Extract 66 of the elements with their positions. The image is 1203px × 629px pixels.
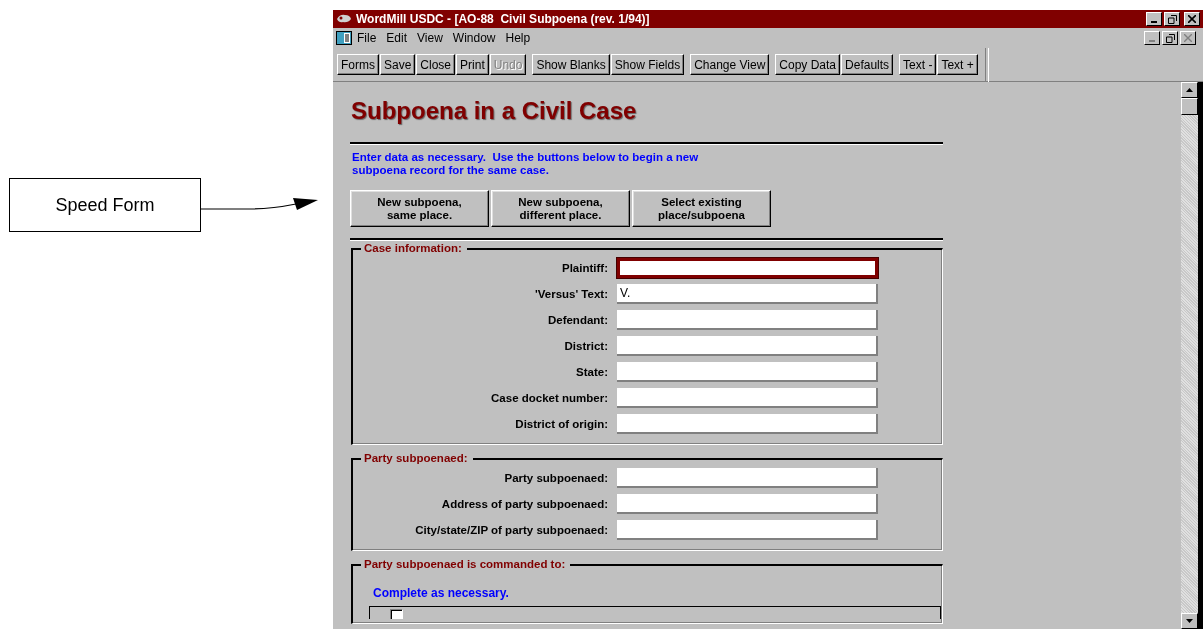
app-icon: [336, 13, 352, 25]
toolbar-button[interactable]: Text +: [937, 54, 978, 75]
toolbar-button[interactable]: Change View: [690, 54, 770, 75]
instruction-text: Complete as necessary.: [373, 586, 510, 600]
restore-icon: [1165, 33, 1175, 43]
text-field[interactable]: [617, 336, 878, 356]
toolbar-button[interactable]: Close: [416, 54, 456, 75]
toolbar-button[interactable]: Defaults: [841, 54, 894, 75]
close-icon: [1184, 34, 1192, 42]
form-button[interactable]: New subpoena, same place.: [350, 190, 489, 227]
scroll-thumb[interactable]: [1181, 98, 1198, 115]
field-label: Party subpoenaed:: [503, 472, 609, 484]
restore-icon: [1167, 14, 1177, 24]
text-field[interactable]: [617, 494, 878, 514]
form-button[interactable]: Select existing place/subpoena: [632, 190, 771, 227]
minimize-button[interactable]: [1144, 31, 1160, 45]
up-arrow-icon: [1186, 88, 1193, 92]
field-label: District of origin:: [514, 418, 609, 430]
field-label: Plaintiff:: [561, 262, 609, 274]
field-label: 'Versus' Text:: [534, 288, 609, 300]
text-field[interactable]: [617, 414, 878, 434]
field-label: Address of party subpoenaed:: [440, 498, 609, 510]
text-field[interactable]: V.: [617, 284, 878, 304]
group-title: Case information:: [361, 241, 467, 255]
close-button[interactable]: [1184, 12, 1200, 26]
field-label: District:: [563, 340, 609, 352]
menu-item[interactable]: Window: [447, 31, 501, 45]
restore-button[interactable]: [1162, 31, 1178, 45]
restore-button[interactable]: [1164, 12, 1180, 26]
scrollbar[interactable]: [1181, 82, 1198, 629]
toolbar-button[interactable]: Show Blanks: [532, 54, 610, 75]
text-field[interactable]: [617, 388, 878, 408]
close-icon: [1188, 15, 1196, 23]
group-title: Party subpoenaed:: [361, 451, 473, 465]
menu-item[interactable]: File: [352, 31, 382, 45]
text-field[interactable]: [617, 362, 878, 382]
field-label: State:: [575, 366, 609, 378]
group-title: Party subpoenaed is commanded to:: [361, 557, 571, 571]
field-label: Defendant:: [546, 314, 609, 326]
toolbar-button[interactable]: Show Fields: [610, 54, 685, 75]
form-title: Subpoena in a Civil Case: [351, 96, 638, 126]
toolbar-button[interactable]: Text -: [899, 54, 937, 75]
instruction-text: Enter data as necessary. Use the buttons below to begin a new subpoena record for the same case.: [352, 151, 700, 177]
scroll-down-button[interactable]: [1181, 613, 1198, 629]
form-button[interactable]: New subpoena, different place.: [491, 190, 630, 227]
text-field[interactable]: [617, 258, 878, 278]
window-title: WordMill USDC - [AO-88 Civil Subpoena (rev. 1/94)]: [356, 12, 651, 26]
toolbar-button[interactable]: Copy Data: [775, 54, 841, 75]
minimize-button[interactable]: [1146, 12, 1162, 26]
menu-item[interactable]: View: [412, 31, 448, 45]
toolbar-button[interactable]: Print: [456, 54, 489, 75]
callout-label: Speed Form: [9, 178, 201, 232]
checkbox[interactable]: [390, 609, 403, 619]
scroll-up-button[interactable]: [1181, 82, 1198, 98]
text-field[interactable]: [617, 468, 878, 488]
menu-item[interactable]: Edit: [381, 31, 413, 45]
close-button[interactable]: [1180, 31, 1196, 45]
field-label: City/state/ZIP of party subpoenaed:: [414, 524, 609, 536]
down-arrow-icon: [1186, 619, 1193, 623]
field-label: Case docket number:: [490, 392, 609, 404]
text-field[interactable]: [617, 520, 878, 540]
text-field[interactable]: [617, 310, 878, 330]
document-icon[interactable]: [336, 31, 352, 45]
toolbar-button[interactable]: Save: [380, 54, 416, 75]
menu-item[interactable]: Help: [500, 31, 536, 45]
toolbar-button[interactable]: Forms: [337, 54, 379, 75]
